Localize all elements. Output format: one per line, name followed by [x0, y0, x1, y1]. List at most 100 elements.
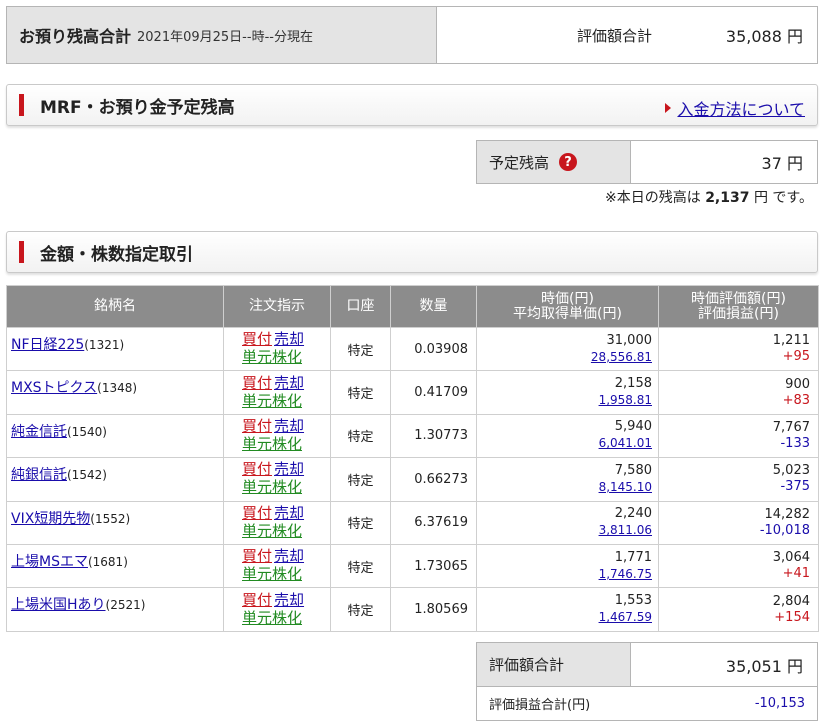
valuation-total-box: 評価額合計 35,051 円 評価損益合計(円) -10,153: [476, 642, 818, 721]
security-name-link[interactable]: VIX短期先物: [11, 511, 90, 527]
valuation-cell: 2,804 +154: [658, 587, 819, 632]
security-name-link[interactable]: MXSトピクス: [11, 380, 97, 396]
table-row: MXSトピクス(1348) 買付 売却 単元株化 特定 0.41709 2,158 1,958…: [6, 370, 819, 415]
account-type: 特定: [330, 500, 391, 545]
buy-link[interactable]: 買付: [242, 591, 272, 609]
unrealized-pnl: +154: [774, 609, 810, 625]
buy-link[interactable]: 買付: [242, 330, 272, 348]
buy-link[interactable]: 買付: [242, 417, 272, 435]
reserve-label: 予定残高: [489, 153, 550, 172]
header-qty: 数量: [390, 285, 477, 328]
header-value: 時価評価額(円) 評価損益(円): [658, 285, 819, 328]
header-price-line2: 平均取得単価(円): [513, 305, 622, 322]
tangen-link[interactable]: 単元株化: [242, 522, 302, 540]
avg-cost-link[interactable]: 1,467.59: [599, 610, 652, 624]
order-buy-sell: 買付 売却: [230, 375, 330, 393]
avg-cost-link[interactable]: 28,556.81: [591, 350, 652, 364]
security-name-link[interactable]: NF日経225: [11, 337, 84, 353]
tangen-link[interactable]: 単元株化: [242, 478, 302, 496]
sell-link[interactable]: 売却: [274, 591, 304, 609]
tangen-link[interactable]: 単元株化: [242, 392, 302, 410]
price-cell: 2,240 3,811.06: [476, 500, 659, 545]
tangen-link[interactable]: 単元株化: [242, 609, 302, 627]
buy-link[interactable]: 買付: [242, 374, 272, 392]
order-actions-cell: 買付 売却 単元株化: [223, 326, 331, 372]
avg-cost-link[interactable]: 6,041.01: [599, 436, 652, 450]
header-value-line1: 時価評価額(円): [691, 290, 786, 307]
quantity: 6.37619: [390, 500, 477, 545]
tangen-link[interactable]: 単元株化: [242, 565, 302, 583]
buy-link[interactable]: 買付: [242, 460, 272, 478]
security-name-link[interactable]: 純銀信託: [11, 467, 67, 483]
reserve-label-cell: 予定残高 ?: [477, 141, 631, 183]
quantity: 1.73065: [390, 543, 477, 589]
order-tangen: 単元株化: [230, 393, 330, 411]
table-row: 上場米国Hあり(2521) 買付 売却 単元株化 特定 1.80569 1,553 1,467…: [6, 587, 819, 632]
today-note-suffix: 円 です。: [753, 190, 813, 206]
deposit-method-link[interactable]: 入金方法について: [677, 96, 805, 120]
section-accent-bar: [19, 241, 24, 263]
mrf-section-title: MRF・お預り金予定残高: [40, 97, 235, 118]
market-value: 3,064: [772, 550, 810, 566]
pnl-total-row: 評価損益合計(円) -10,153: [477, 687, 817, 720]
valuation-cell: 900 +83: [658, 370, 819, 415]
order-actions-cell: 買付 売却 単元株化: [223, 587, 331, 632]
order-buy-sell: 買付 売却: [230, 331, 330, 349]
security-code: (1542): [67, 468, 107, 483]
tangen-link[interactable]: 単元株化: [242, 348, 302, 366]
sell-link[interactable]: 売却: [274, 330, 304, 348]
market-value: 1,211: [772, 333, 810, 349]
quantity: 1.80569: [390, 587, 477, 632]
avg-cost-link[interactable]: 1,746.75: [599, 567, 652, 581]
market-value: 5,023: [772, 463, 810, 479]
order-actions-cell: 買付 売却 単元株化: [223, 457, 331, 502]
quantity: 0.41709: [390, 370, 477, 415]
security-name-cell: MXSトピクス(1348): [6, 370, 224, 415]
sell-link[interactable]: 売却: [274, 374, 304, 392]
avg-cost-link[interactable]: 3,811.06: [599, 523, 652, 537]
buy-link[interactable]: 買付: [242, 504, 272, 522]
order-actions-cell: 買付 売却 単元株化: [223, 413, 331, 459]
price-cell: 1,553 1,467.59: [476, 587, 659, 632]
buy-link[interactable]: 買付: [242, 547, 272, 565]
trade-section-title: 金額・株数指定取引: [40, 244, 193, 265]
tangen-link[interactable]: 単元株化: [242, 435, 302, 453]
summary-title-cell: お預り残高合計 2021年09月25日--時--分現在: [7, 7, 437, 63]
pnl-total-value: -10,153: [754, 696, 805, 711]
security-name-cell: 上場米国Hあり(2521): [6, 587, 224, 632]
valuation-cell: 14,282 -10,018: [658, 500, 819, 545]
market-price: 2,158: [614, 376, 652, 392]
header-price-line1: 時価(円): [541, 290, 594, 307]
today-balance-note: ※本日の残高は 2,137 円 です。: [605, 187, 813, 207]
security-code: (1552): [90, 511, 131, 526]
deposit-method-link-wrap[interactable]: 入金方法について: [665, 96, 805, 120]
help-icon[interactable]: ?: [559, 153, 578, 171]
security-name-link[interactable]: 純金信託: [11, 424, 67, 440]
avg-cost-link[interactable]: 8,145.10: [599, 480, 652, 494]
sell-link[interactable]: 売却: [274, 417, 304, 435]
header-name: 銘柄名: [6, 285, 224, 328]
order-actions-cell: 買付 売却 単元株化: [223, 543, 331, 589]
mrf-section-header: MRF・お預り金予定残高 入金方法について: [6, 84, 818, 126]
order-buy-sell: 買付 売却: [230, 461, 330, 479]
summary-total-cell: 評価額合計 35,088 円: [437, 7, 817, 63]
unrealized-pnl: -10,018: [759, 522, 810, 538]
security-code: (1321): [84, 338, 125, 352]
market-price: 5,940: [614, 419, 652, 435]
security-name-cell: 純銀信託(1542): [6, 457, 224, 502]
sell-link[interactable]: 売却: [274, 504, 304, 522]
sell-link[interactable]: 売却: [274, 460, 304, 478]
today-balance-value: 2,137: [705, 190, 750, 206]
unrealized-pnl: -375: [780, 479, 810, 495]
security-name-link[interactable]: 上場MSエマ: [11, 554, 88, 570]
security-name-link[interactable]: 上場米国Hあり: [11, 597, 106, 613]
price-cell: 5,940 6,041.01: [476, 413, 659, 459]
valuation-total-row: 評価額合計 35,051 円: [477, 643, 817, 687]
trade-section-header: 金額・株数指定取引: [6, 231, 818, 273]
price-cell: 7,580 8,145.10: [476, 457, 659, 502]
today-note-prefix: ※本日の残高は: [605, 190, 701, 206]
table-row: 純金信託(1540) 買付 売却 単元株化 特定 1.30773 5,940 6,041.01…: [6, 413, 819, 459]
sell-link[interactable]: 売却: [274, 547, 304, 565]
avg-cost-link[interactable]: 1,958.81: [599, 393, 652, 407]
market-price: 7,580: [614, 462, 652, 478]
